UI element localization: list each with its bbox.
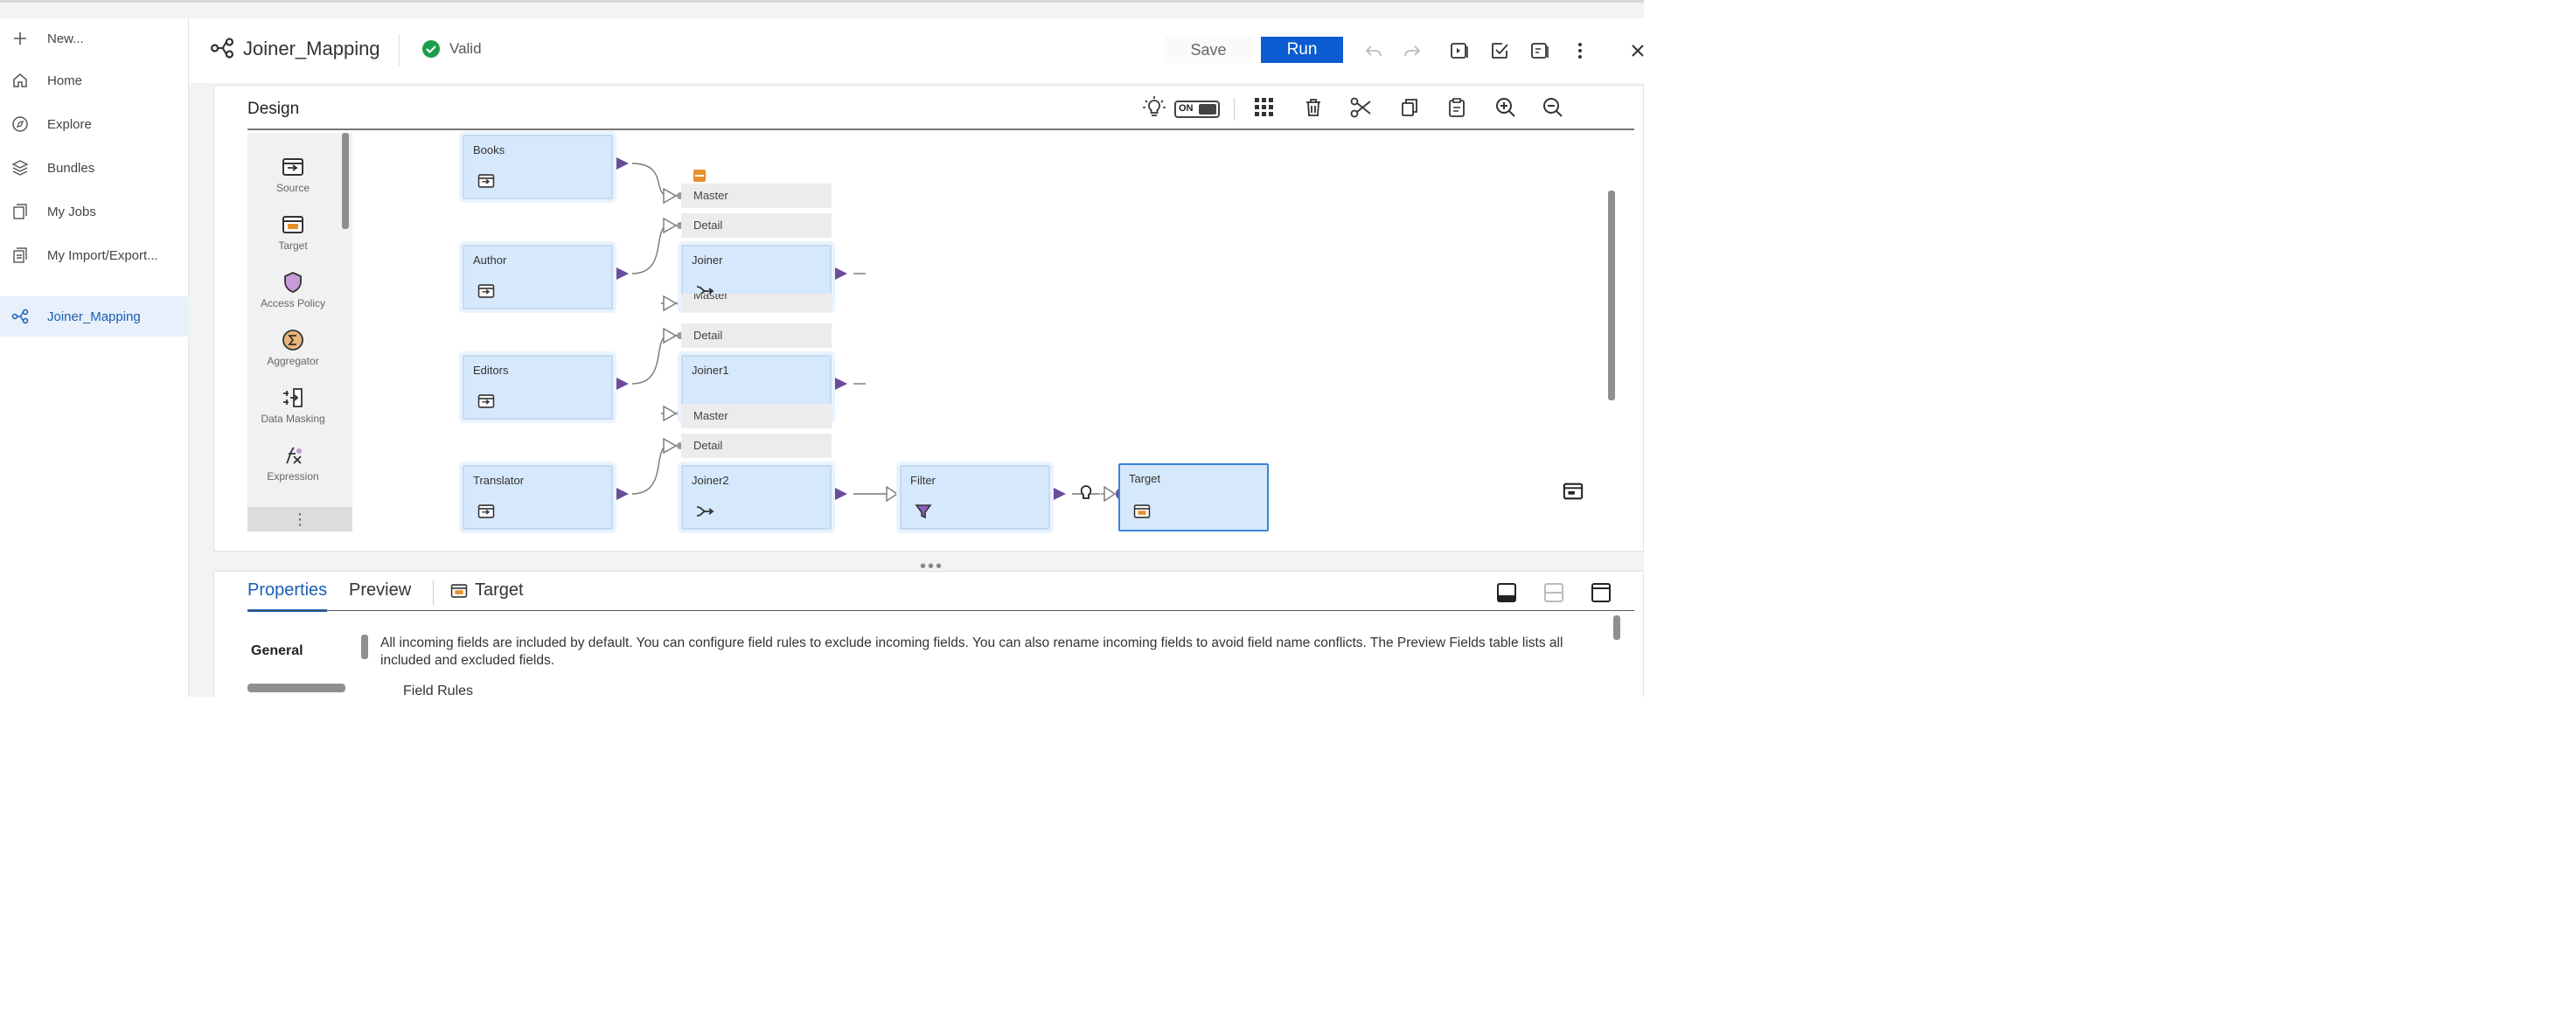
sidebar-item-home[interactable]: Home xyxy=(0,60,189,101)
source-icon xyxy=(477,171,496,191)
mapping-icon xyxy=(210,36,234,60)
joiner2-detail-port[interactable]: Detail xyxy=(681,434,832,458)
properties-divider xyxy=(247,610,1634,611)
run-button[interactable]: Run xyxy=(1261,37,1343,63)
field-rules-heading: Field Rules xyxy=(403,684,474,697)
joiner2-master-port[interactable]: Master xyxy=(681,404,832,428)
jobs-icon xyxy=(10,202,30,221)
port-label: Detail xyxy=(693,219,723,232)
home-icon xyxy=(10,71,30,90)
port-label: Master xyxy=(693,294,728,302)
node-label: Translator xyxy=(473,474,525,487)
source-node-author[interactable]: Author xyxy=(463,245,613,309)
import-export-icon xyxy=(10,246,30,265)
filter-node[interactable]: Filter xyxy=(900,465,1050,530)
sidebar-item-explore[interactable]: Explore xyxy=(0,104,189,144)
node-label: Filter xyxy=(910,474,936,487)
section-scrollbar[interactable] xyxy=(247,684,345,692)
sidebar-item-label: Bundles xyxy=(47,160,95,176)
port-label: Master xyxy=(693,189,728,202)
compass-icon xyxy=(10,115,30,134)
mapping-header: Joiner_Mapping Valid Save Run xyxy=(189,18,1644,83)
joiner-icon xyxy=(695,502,714,521)
joiner-master-port[interactable]: Master xyxy=(681,184,832,208)
canvas-scrollbar[interactable] xyxy=(1608,191,1615,400)
node-label: Editors xyxy=(473,364,509,377)
source-node-translator[interactable]: Translator xyxy=(463,465,613,530)
sidebar-item-label: New... xyxy=(47,31,84,46)
field-rules-description: All incoming fields are included by defa… xyxy=(380,636,1563,668)
sidebar-item-bundles[interactable]: Bundles xyxy=(0,148,189,188)
node-label: Joiner2 xyxy=(692,474,729,487)
port-label: Detail xyxy=(693,329,723,342)
selected-object-label: Target xyxy=(475,580,524,600)
source-icon xyxy=(477,502,496,521)
mapping-icon xyxy=(10,307,30,326)
tab-properties[interactable]: Properties xyxy=(247,580,328,612)
validate-icon[interactable] xyxy=(1486,38,1513,64)
node-label: Author xyxy=(473,254,507,267)
more-options-icon[interactable] xyxy=(1567,38,1593,64)
joiner2-node[interactable]: Joiner2 xyxy=(681,465,832,530)
close-icon[interactable] xyxy=(1625,38,1644,64)
target-icon xyxy=(1132,502,1152,521)
page-title: Joiner_Mapping xyxy=(243,38,380,59)
source-icon xyxy=(477,392,496,411)
source-node-editors[interactable]: Editors xyxy=(463,355,613,420)
node-label: Joiner xyxy=(692,254,723,267)
source-icon xyxy=(477,281,496,301)
panel-splitter[interactable]: ••• xyxy=(213,552,1644,576)
save-button[interactable]: Save xyxy=(1165,37,1252,63)
target-node[interactable]: Target xyxy=(1118,463,1269,531)
source-node-books[interactable]: Books xyxy=(463,135,613,199)
sidebar: New... Home Explore Bundles My Jobs My I… xyxy=(0,18,189,697)
port-label: Detail xyxy=(693,439,723,452)
sidebar-item-label: My Import/Export... xyxy=(47,247,158,263)
design-panel: Design ON Source Target Access Policy Ag… xyxy=(213,85,1644,552)
validation-status: Valid xyxy=(449,40,482,57)
joiner-detail-port[interactable]: Detail xyxy=(681,213,832,238)
plus-icon xyxy=(10,29,30,48)
joiner1-detail-port[interactable]: Detail xyxy=(681,323,832,348)
undo-icon[interactable] xyxy=(1361,38,1387,64)
maximize-panel-icon[interactable] xyxy=(1587,579,1615,607)
section-general[interactable]: General xyxy=(251,643,303,659)
properties-scrollbar-right[interactable] xyxy=(1613,615,1620,640)
filter-icon xyxy=(914,502,933,521)
minimap-icon[interactable] xyxy=(1563,482,1585,503)
tab-preview[interactable]: Preview xyxy=(349,580,411,609)
properties-panel: Properties Preview Target General All in… xyxy=(213,571,1644,697)
parameters-icon[interactable] xyxy=(1527,38,1553,64)
dock-middle-icon[interactable] xyxy=(1540,579,1568,607)
target-icon xyxy=(450,583,468,601)
joiner1-master-port[interactable]: Master xyxy=(681,294,832,311)
redo-icon[interactable] xyxy=(1399,38,1425,64)
tab-divider xyxy=(433,580,434,605)
app-window: New... Home Explore Bundles My Jobs My I… xyxy=(0,0,1644,697)
layers-icon xyxy=(10,158,30,177)
run-history-icon[interactable] xyxy=(1446,38,1472,64)
check-circle-icon xyxy=(421,39,441,59)
sidebar-item-label: My Jobs xyxy=(47,204,96,219)
properties-scrollbar[interactable] xyxy=(361,635,368,659)
sidebar-item-label: Explore xyxy=(47,116,92,132)
node-label: Target xyxy=(1129,472,1161,485)
sidebar-item-my-jobs[interactable]: My Jobs xyxy=(0,191,189,232)
sidebar-item-new[interactable]: New... xyxy=(0,18,189,59)
sidebar-item-joiner-mapping[interactable]: Joiner_Mapping xyxy=(0,296,189,337)
node-label: Joiner1 xyxy=(692,364,729,377)
port-label: Master xyxy=(693,409,728,422)
dock-bottom-icon[interactable] xyxy=(1493,579,1521,607)
sidebar-item-label: Joiner_Mapping xyxy=(47,309,141,324)
mapping-canvas[interactable]: Books Author Editors Translator Master D… xyxy=(214,86,1644,552)
header-divider xyxy=(399,34,400,66)
node-label: Books xyxy=(473,143,505,156)
sidebar-item-import-export[interactable]: My Import/Export... xyxy=(0,235,189,275)
sidebar-item-label: Home xyxy=(47,73,83,88)
